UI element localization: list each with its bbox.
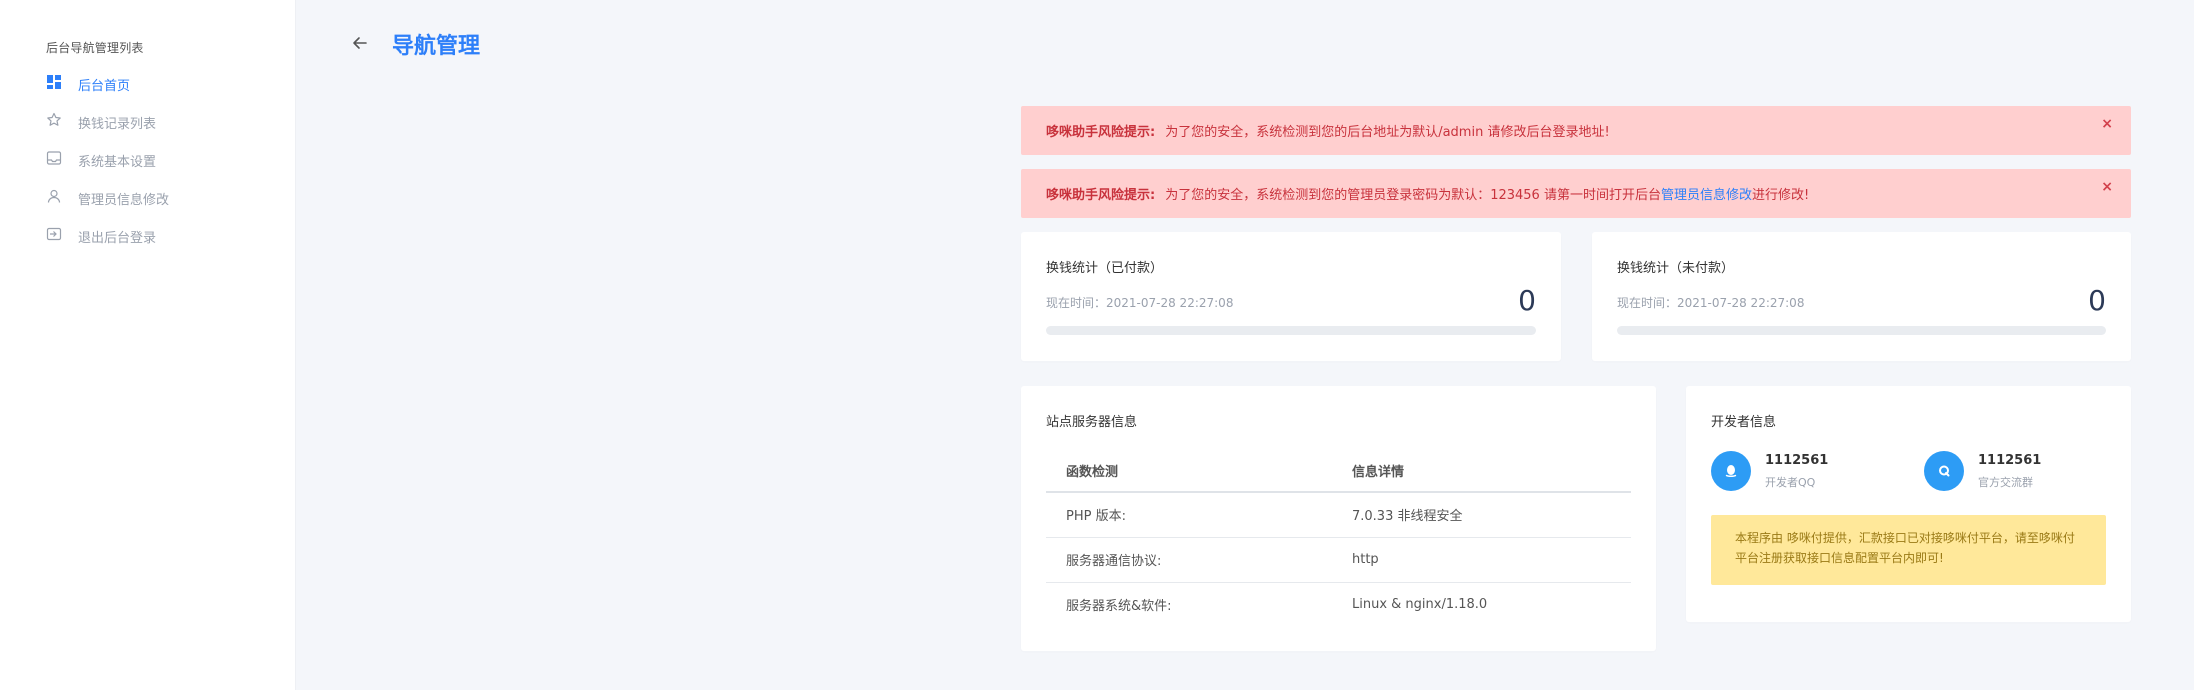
developer-qq[interactable]: 1112561 开发者QQ — [1711, 451, 1828, 491]
table-header-row: 函数检测 信息详情 — [1046, 450, 1631, 493]
table-cell: Linux & nginx/1.18.0 — [1352, 597, 1488, 613]
table-row: 服务器通信协议: http — [1046, 537, 1631, 583]
platform-notice: 本程序由 哆咪付提供，汇款接口已对接哆咪付平台，请至哆咪付平台注册获取接口信息配… — [1711, 515, 2106, 585]
table-row: 服务器系统&软件: Linux & nginx/1.18.0 — [1046, 582, 1631, 627]
sidebar-item-label: 换钱记录列表 — [78, 116, 157, 132]
page-title: 导航管理 — [392, 34, 481, 59]
contact-label: 官方交流群 — [1978, 475, 2033, 489]
sidebar-item-home[interactable]: 后台首页 — [46, 72, 130, 96]
contact-number: 1112561 — [1765, 452, 1829, 468]
table-cell: 服务器系统&软件: — [1066, 599, 1172, 615]
admin-info-link[interactable]: 管理员信息修改 — [1661, 184, 1752, 203]
sidebar-heading: 后台导航管理列表 — [46, 41, 144, 55]
sidebar-item-settings[interactable]: 系统基本设置 — [46, 148, 156, 172]
close-icon[interactable]: × — [2101, 116, 2113, 132]
sidebar-item-label: 系统基本设置 — [78, 154, 157, 170]
sidebar: 后台导航管理列表 后台首页 换钱记录列表 系统基本设置 管理员信息修改 退出后台… — [0, 0, 296, 690]
qq-group-icon — [1924, 451, 1964, 491]
alert-title: 哆咪助手风险提示: — [1046, 188, 1156, 203]
progress-bar — [1046, 326, 1536, 335]
stat-card-paid: 换钱统计（已付款） 现在时间：2021-07-28 22:27:08 0 — [1021, 232, 1561, 361]
card-title: 站点服务器信息 — [1046, 415, 1138, 430]
stat-title: 换钱统计（已付款） — [1046, 261, 1164, 276]
sidebar-item-label: 后台首页 — [78, 78, 131, 94]
alert-text-end: 进行修改! — [1751, 188, 1810, 203]
stat-time: 现在时间：2021-07-28 22:27:08 — [1046, 296, 1234, 310]
user-icon — [46, 188, 62, 208]
risk-alert-admin-path: 哆咪助手风险提示: 为了您的安全，系统检测到您的后台地址为默认/admin 请修… — [1021, 106, 2131, 155]
inbox-icon — [46, 150, 62, 170]
close-icon[interactable]: × — [2101, 179, 2113, 195]
server-info-card: 站点服务器信息 函数检测 信息详情 PHP 版本: 7.0.33 非线程安全 服… — [1021, 386, 1656, 651]
server-info-table: 函数检测 信息详情 PHP 版本: 7.0.33 非线程安全 服务器通信协议: … — [1046, 450, 1631, 627]
column-header: 函数检测 — [1046, 450, 1332, 493]
alert-text: 为了您的安全，系统检测到您的管理员登录密码为默认：123456 请第一时间打开后… — [1165, 188, 1661, 203]
stat-title: 换钱统计（未付款） — [1617, 261, 1735, 276]
alert-text: 为了您的安全，系统检测到您的后台地址为默认/admin 请修改后台登录地址! — [1165, 125, 1610, 140]
developer-qq-group[interactable]: 1112561 官方交流群 — [1924, 451, 2041, 491]
table-row: PHP 版本: 7.0.33 非线程安全 — [1046, 492, 1631, 538]
contact-number: 1112561 — [1978, 452, 2042, 468]
column-header: 信息详情 — [1332, 450, 1631, 493]
alert-title: 哆咪助手风险提示: — [1046, 125, 1156, 140]
table-cell: 服务器通信协议: — [1046, 537, 1332, 583]
stat-value: 0 — [2088, 284, 2106, 317]
sidebar-item-admin[interactable]: 管理员信息修改 — [46, 186, 169, 210]
stat-card-unpaid: 换钱统计（未付款） 现在时间：2021-07-28 22:27:08 0 — [1592, 232, 2131, 361]
developer-info-card: 开发者信息 1112561 开发者QQ 1112561 官方交流群 本程序由 哆… — [1686, 386, 2131, 622]
sidebar-item-label: 管理员信息修改 — [78, 192, 170, 208]
card-title: 开发者信息 — [1711, 415, 1777, 430]
sidebar-item-logout[interactable]: 退出后台登录 — [46, 224, 156, 248]
sidebar-item-label: 退出后台登录 — [78, 230, 157, 246]
table-cell: http — [1332, 537, 1631, 583]
sidebar-item-records[interactable]: 换钱记录列表 — [46, 110, 156, 134]
stat-time: 现在时间：2021-07-28 22:27:08 — [1617, 296, 1805, 310]
stat-value: 0 — [1518, 284, 1536, 317]
table-cell: 7.0.33 非线程安全 — [1332, 492, 1631, 538]
logout-icon — [46, 226, 62, 246]
qq-penguin-icon — [1711, 451, 1751, 491]
risk-alert-default-password: 哆咪助手风险提示: 为了您的安全，系统检测到您的管理员登录密码为默认：12345… — [1021, 169, 2131, 218]
contact-label: 开发者QQ — [1765, 475, 1816, 489]
table-cell: PHP 版本: — [1046, 492, 1332, 538]
arrow-left-icon[interactable] — [350, 33, 370, 53]
progress-bar — [1617, 326, 2106, 335]
star-icon — [46, 112, 62, 132]
dashboard-icon — [46, 74, 62, 94]
